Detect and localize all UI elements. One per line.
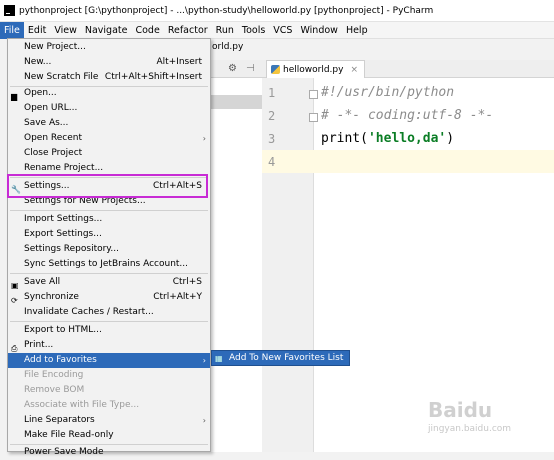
menu-item-new-project[interactable]: New Project... [8, 40, 210, 55]
menu-item-power-save-mode[interactable]: Power Save Mode [8, 445, 210, 460]
submenu-item-add-new-favorites-list[interactable]: Add To New Favorites List [229, 353, 343, 363]
line-number: 1 [268, 86, 276, 100]
menu-item-associate-file-type[interactable]: Associate with File Type... [8, 398, 210, 413]
settings-highlight-annotation [7, 174, 208, 198]
menu-item-new-scratch-file[interactable]: New Scratch File Ctrl+Alt+Shift+Insert [8, 70, 210, 85]
favorites-list-icon: ▦ [215, 353, 223, 363]
menu-item-new[interactable]: New... Alt+Insert [8, 55, 210, 70]
menu-window[interactable]: Window [296, 22, 341, 39]
menu-help[interactable]: Help [342, 22, 372, 39]
menu-edit[interactable]: Edit [24, 22, 50, 39]
window-title: pythonproject [G:\pythonproject] - ...\p… [19, 5, 434, 16]
code-string: 'hello,da' [367, 131, 447, 146]
menu-item-remove-bom[interactable]: Remove BOM [8, 383, 210, 398]
menu-item-file-encoding[interactable]: File Encoding [8, 368, 210, 383]
fold-marker-icon[interactable] [309, 113, 318, 122]
code-line-1: #!/usr/bin/python [321, 85, 455, 100]
menu-item-save-as[interactable]: Save As... [8, 116, 210, 131]
menu-separator [10, 273, 208, 274]
menu-item-invalidate-caches[interactable]: Invalidate Caches / Restart... [8, 305, 210, 320]
menu-item-close-project[interactable]: Close Project [8, 146, 210, 161]
menu-vcs[interactable]: VCS [269, 22, 296, 39]
menu-item-open[interactable]: ▆ Open... [8, 86, 210, 101]
menu-item-add-to-favorites[interactable]: Add to Favorites › [8, 353, 210, 368]
menu-code[interactable]: Code [131, 22, 163, 39]
menu-item-print[interactable]: ⎙ Print... [8, 338, 210, 353]
selected-tree-row[interactable] [210, 95, 262, 109]
line-number: 4 [268, 155, 276, 169]
python-file-icon [271, 65, 280, 74]
menu-item-export-settings[interactable]: Export Settings... [8, 227, 210, 242]
favorites-submenu[interactable]: ▦ Add To New Favorites List [211, 350, 350, 366]
menu-bar: File Edit View Navigate Code Refactor Ru… [0, 21, 554, 39]
navigation-bar [210, 40, 554, 59]
menu-run[interactable]: Run [212, 22, 238, 39]
line-number: 3 [268, 132, 276, 146]
tab-helloworld[interactable]: helloworld.py × [266, 60, 365, 78]
menu-item-import-settings[interactable]: Import Settings... [8, 212, 210, 227]
menu-navigate[interactable]: Navigate [81, 22, 132, 39]
editor-tab-strip [210, 60, 554, 78]
fold-marker-icon[interactable] [309, 90, 318, 99]
code-line-3: print('hello,da') [321, 131, 454, 146]
submenu-arrow-icon: › [202, 416, 206, 425]
menu-item-sync-settings[interactable]: Sync Settings to JetBrains Account... [8, 257, 210, 272]
menu-item-open-url[interactable]: Open URL... [8, 101, 210, 116]
menu-refactor[interactable]: Refactor [164, 22, 212, 39]
menu-item-open-recent[interactable]: Open Recent › [8, 131, 210, 146]
menu-item-synchronize[interactable]: ⟳ Synchronize Ctrl+Alt+Y [8, 290, 210, 305]
gear-icon[interactable]: ⚙ [228, 63, 237, 74]
tab-label: helloworld.py [283, 64, 344, 75]
menu-tools[interactable]: Tools [238, 22, 269, 39]
pycharm-logo-icon [4, 5, 15, 16]
baidu-watermark-url: jingyan.baidu.com [428, 424, 512, 434]
code-token: print( [321, 131, 368, 146]
file-menu-dropdown: New Project... New... Alt+Insert New Scra… [7, 38, 211, 457]
menu-item-make-read-only[interactable]: Make File Read-only [8, 428, 210, 443]
menu-item-export-html[interactable]: Export to HTML... [8, 323, 210, 338]
menu-file[interactable]: File [0, 21, 24, 39]
baidu-watermark: Baidu [428, 398, 493, 422]
code-line-2: # -*- coding:utf-8 -*- [321, 108, 494, 123]
project-tool-window[interactable] [210, 78, 262, 452]
caret-row-highlight [262, 150, 554, 173]
menu-separator [10, 321, 208, 322]
menu-item-save-all[interactable]: ▣ Save All Ctrl+S [8, 275, 210, 290]
submenu-arrow-icon: › [202, 134, 206, 143]
close-icon[interactable]: × [350, 65, 358, 75]
menu-item-line-separators[interactable]: Line Separators › [8, 413, 210, 428]
breadcrumb[interactable]: orld.py [212, 42, 243, 52]
menu-item-settings-repository[interactable]: Settings Repository... [8, 242, 210, 257]
line-number: 2 [268, 109, 276, 123]
menu-view[interactable]: View [50, 22, 81, 39]
title-bar: pythonproject [G:\pythonproject] - ...\p… [0, 0, 554, 22]
code-token: ) [446, 131, 455, 146]
menu-separator [10, 210, 208, 211]
hide-panel-icon[interactable]: ⊣ [246, 63, 255, 74]
submenu-arrow-icon: › [202, 356, 206, 365]
